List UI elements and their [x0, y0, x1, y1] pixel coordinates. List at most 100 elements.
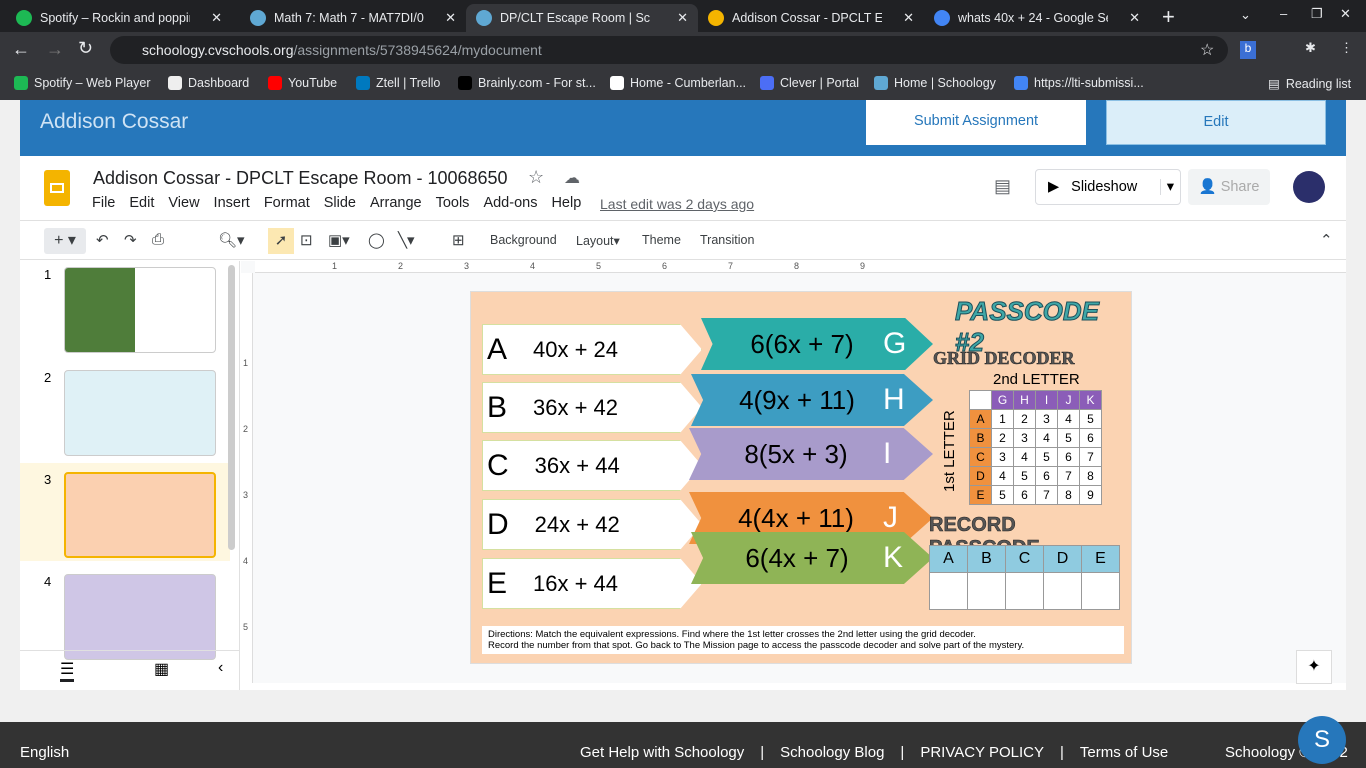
- menu-view[interactable]: View: [168, 195, 199, 211]
- line-icon[interactable]: ╲▾: [398, 231, 415, 249]
- browser-tab[interactable]: Addison Cossar - DPCLT Escape ✕: [698, 4, 924, 32]
- reload-icon[interactable]: ↻: [78, 38, 93, 59]
- star-icon[interactable]: ☆: [528, 167, 544, 188]
- footer-link[interactable]: Terms of Use: [1080, 744, 1168, 761]
- avatar[interactable]: [1293, 171, 1325, 203]
- url-bar[interactable]: schoology.cvschools.org/assignments/5738…: [110, 36, 1228, 64]
- list-view-icon[interactable]: ☰: [60, 659, 75, 682]
- slide-thumbnail-3[interactable]: [64, 472, 216, 558]
- expression-card[interactable]: A 40x + 24: [482, 324, 702, 375]
- record-cell[interactable]: [1081, 572, 1120, 610]
- bookmark[interactable]: Clever | Portal: [760, 76, 859, 90]
- comment-add-icon[interactable]: ⊞: [452, 231, 465, 249]
- transition-button[interactable]: Transition: [700, 233, 754, 247]
- bookmark[interactable]: Ztell | Trello: [356, 76, 440, 90]
- collapse-filmstrip-icon[interactable]: ‹: [218, 659, 223, 677]
- textbox-icon[interactable]: ⊡: [300, 231, 313, 249]
- footer-link[interactable]: Get Help with Schoology: [580, 744, 744, 761]
- comments-icon[interactable]: ▤: [994, 176, 1011, 197]
- background-button[interactable]: Background: [490, 233, 557, 247]
- grid-view-icon[interactable]: ▦: [154, 659, 169, 679]
- footer-link[interactable]: PRIVACY POLICY: [920, 744, 1044, 761]
- expression-card[interactable]: C 36x + 44: [482, 440, 702, 491]
- filmstrip-scrollbar[interactable]: [228, 265, 235, 550]
- bookmark[interactable]: Dashboard: [168, 76, 249, 90]
- language-selector[interactable]: English: [20, 744, 69, 761]
- menu-file[interactable]: File: [92, 195, 115, 211]
- browser-tab[interactable]: DP/CLT Escape Room | Schoology ✕: [466, 4, 698, 32]
- slide-canvas[interactable]: A 40x + 24 B 36x + 42 C 36x + 44 D 24x + 42 E 16x…: [470, 291, 1132, 664]
- bookmark[interactable]: Brainly.com - For st...: [458, 76, 596, 90]
- browser-tab[interactable]: Spotify – Rockin and poppin ✕: [6, 4, 232, 32]
- bookmark[interactable]: Home - Cumberlan...: [610, 76, 746, 90]
- last-edit-link[interactable]: Last edit was 2 days ago: [600, 196, 754, 212]
- help-chat-button[interactable]: S: [1298, 716, 1346, 764]
- bookmark[interactable]: Home | Schoology: [874, 76, 996, 90]
- record-cell[interactable]: [929, 572, 968, 610]
- print-icon[interactable]: ⎙: [152, 231, 164, 248]
- expression-card[interactable]: E 16x + 44: [482, 558, 702, 609]
- close-tab-icon[interactable]: ✕: [211, 10, 222, 26]
- close-tab-icon[interactable]: ✕: [445, 10, 456, 26]
- bookmark[interactable]: Spotify – Web Player: [14, 76, 151, 90]
- theme-button[interactable]: Theme: [642, 233, 681, 247]
- close-window-button[interactable]: ✕: [1340, 6, 1351, 22]
- share-button[interactable]: 👤 Share: [1188, 169, 1270, 205]
- minimize-button[interactable]: –: [1280, 6, 1287, 21]
- slide-thumbnail-4[interactable]: [64, 574, 216, 660]
- layout-button[interactable]: Layout▾: [576, 233, 620, 248]
- footer-link[interactable]: Schoology Blog: [780, 744, 884, 761]
- back-icon[interactable]: ←: [12, 39, 30, 60]
- menu-icon[interactable]: ⋮: [1340, 40, 1353, 56]
- expression-arrow[interactable]: 8(5x + 3) I: [689, 428, 933, 480]
- undo-icon[interactable]: ↶: [96, 231, 109, 249]
- menu-format[interactable]: Format: [264, 195, 310, 211]
- record-cell[interactable]: [1043, 572, 1082, 610]
- menu-add-ons[interactable]: Add-ons: [483, 195, 537, 211]
- expression-card[interactable]: B 36x + 42: [482, 382, 702, 433]
- close-tab-icon[interactable]: ✕: [1129, 10, 1140, 26]
- select-tool-icon[interactable]: ➚: [268, 228, 294, 254]
- slide-thumbnail-2[interactable]: [64, 370, 216, 456]
- record-cell[interactable]: [1005, 572, 1044, 610]
- slideshow-button[interactable]: ▶ Slideshow ▾: [1035, 169, 1181, 205]
- record-cell[interactable]: [967, 572, 1006, 610]
- bookmark[interactable]: https://lti-submissi...: [1014, 76, 1144, 90]
- maximize-button[interactable]: ❐: [1311, 6, 1323, 22]
- expression-card[interactable]: D 24x + 42: [482, 499, 702, 550]
- tab-search-icon[interactable]: ⌄: [1240, 7, 1251, 23]
- new-slide-button[interactable]: + ▾: [44, 228, 86, 254]
- menu-arrange[interactable]: Arrange: [370, 195, 422, 211]
- cloud-status-icon[interactable]: ☁: [564, 168, 580, 188]
- collapse-toolbar-icon[interactable]: ⌃: [1320, 231, 1333, 249]
- image-icon[interactable]: ▣▾: [328, 231, 350, 249]
- expression-arrow[interactable]: 6(4x + 7) K: [691, 532, 933, 584]
- extensions-icon[interactable]: ✱: [1305, 40, 1316, 56]
- browser-tab[interactable]: Math 7: Math 7 - MAT7DI/01 | ✕: [240, 4, 466, 32]
- close-tab-icon[interactable]: ✕: [903, 10, 914, 26]
- menu-edit[interactable]: Edit: [129, 195, 154, 211]
- submit-assignment-button[interactable]: Submit Assignment: [866, 100, 1086, 145]
- browser-tab[interactable]: whats 40x + 24 - Google Search ✕: [924, 4, 1150, 32]
- shape-icon[interactable]: ◯: [368, 231, 385, 249]
- slide-thumbnail-1[interactable]: [64, 267, 216, 353]
- zoom-icon[interactable]: 🔍︎▾: [218, 231, 245, 249]
- document-title[interactable]: Addison Cossar - DPCLT Escape Room - 100…: [93, 168, 508, 189]
- extension-b-icon[interactable]: b: [1240, 41, 1256, 59]
- new-tab-button[interactable]: +: [1162, 4, 1175, 30]
- expression-arrow[interactable]: 4(9x + 11) H: [691, 374, 933, 426]
- expression-arrow[interactable]: 6(6x + 7) G: [701, 318, 933, 370]
- edit-button[interactable]: Edit: [1106, 100, 1326, 145]
- bookmark[interactable]: YouTube: [268, 76, 337, 90]
- close-tab-icon[interactable]: ✕: [677, 10, 688, 26]
- reading-list[interactable]: ▤ Reading list: [1268, 76, 1351, 92]
- forward-icon[interactable]: →: [46, 39, 64, 60]
- redo-icon[interactable]: ↷: [124, 231, 137, 249]
- slideshow-dropdown-icon[interactable]: ▾: [1159, 179, 1180, 195]
- explore-icon[interactable]: ✦: [1296, 650, 1332, 684]
- menu-tools[interactable]: Tools: [436, 195, 470, 211]
- star-icon[interactable]: ☆: [1200, 40, 1214, 60]
- menu-help[interactable]: Help: [551, 195, 581, 211]
- menu-insert[interactable]: Insert: [214, 195, 250, 211]
- menu-slide[interactable]: Slide: [324, 195, 356, 211]
